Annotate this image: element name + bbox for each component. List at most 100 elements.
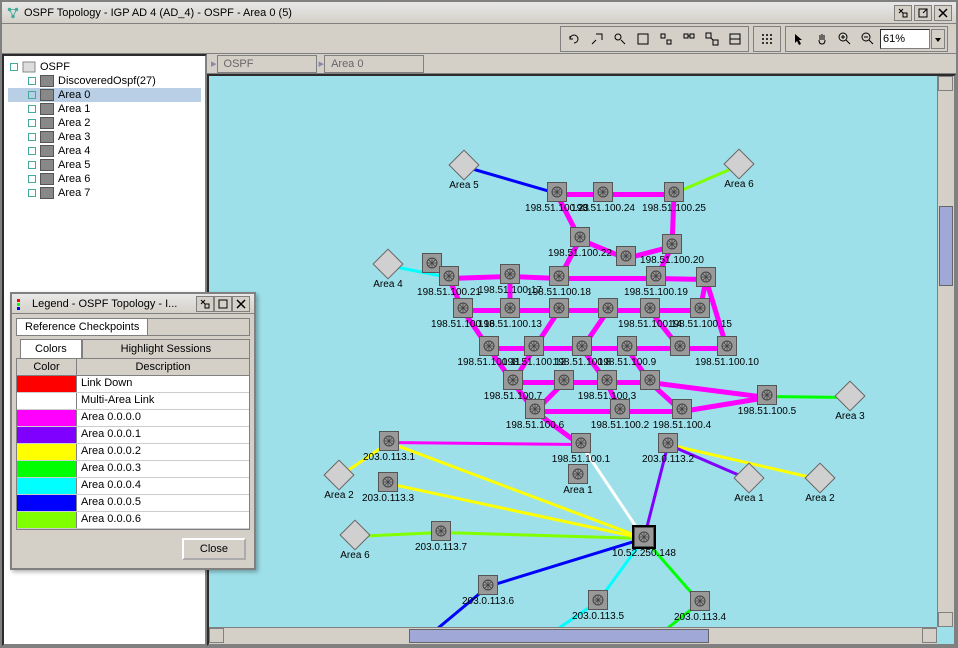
- router-node[interactable]: [568, 464, 588, 484]
- area-diamond[interactable]: [372, 248, 403, 279]
- tree-item-area-6[interactable]: Area 6: [8, 172, 201, 186]
- router-node[interactable]: [570, 227, 590, 247]
- tree-item-area-7[interactable]: Area 7: [8, 186, 201, 200]
- area-diamond[interactable]: [323, 459, 354, 490]
- router-node[interactable]: [690, 591, 710, 611]
- router-node[interactable]: [547, 182, 567, 202]
- layout-btn-3[interactable]: [678, 29, 700, 49]
- router-node[interactable]: [500, 298, 520, 318]
- close-button[interactable]: [934, 5, 952, 21]
- topology-link[interactable]: [535, 409, 620, 414]
- router-node[interactable]: [500, 264, 520, 284]
- legend-row[interactable]: Area 0.0.0.6: [17, 512, 249, 529]
- legend-tab-blank[interactable]: [147, 318, 250, 336]
- legend-close-btn[interactable]: Close: [182, 538, 246, 560]
- grid-button[interactable]: [756, 29, 778, 49]
- router-node[interactable]: [696, 267, 716, 287]
- scroll-thumb-horizontal[interactable]: [409, 629, 709, 643]
- tree-root-ospf[interactable]: OSPF: [8, 60, 201, 74]
- legend-row[interactable]: Area 0.0.0.5: [17, 495, 249, 512]
- router-node[interactable]: [646, 266, 666, 286]
- router-node[interactable]: [524, 336, 544, 356]
- legend-row[interactable]: Link Down: [17, 376, 249, 393]
- router-node[interactable]: [453, 298, 473, 318]
- router-node[interactable]: [640, 370, 660, 390]
- layout-btn-4[interactable]: [701, 29, 723, 49]
- router-node[interactable]: [479, 336, 499, 356]
- legend-minimize-button[interactable]: [196, 296, 214, 312]
- zoom-input[interactable]: [880, 29, 930, 49]
- router-node[interactable]: [717, 336, 737, 356]
- tool-btn-2[interactable]: [586, 29, 608, 49]
- scroll-left-button[interactable]: [209, 628, 224, 643]
- legend-tab-reference[interactable]: Reference Checkpoints: [16, 318, 148, 336]
- router-node[interactable]: [634, 527, 654, 547]
- router-node[interactable]: [616, 246, 636, 266]
- router-node[interactable]: [478, 575, 498, 595]
- router-node[interactable]: [439, 266, 459, 286]
- legend-maximize-button[interactable]: [214, 296, 232, 312]
- maximize-button[interactable]: [914, 5, 932, 21]
- tree-item-area-5[interactable]: Area 5: [8, 158, 201, 172]
- legend-row[interactable]: Area 0.0.0.4: [17, 478, 249, 495]
- area-diamond[interactable]: [339, 519, 370, 550]
- layout-btn-2[interactable]: [655, 29, 677, 49]
- router-node[interactable]: [664, 182, 684, 202]
- router-node[interactable]: [549, 298, 569, 318]
- layout-btn-1[interactable]: [632, 29, 654, 49]
- legend-row[interactable]: Area 0.0.0.1: [17, 427, 249, 444]
- legend-row[interactable]: Area 0.0.0.2: [17, 444, 249, 461]
- topology-link[interactable]: [488, 537, 645, 588]
- scroll-right-button[interactable]: [922, 628, 937, 643]
- area-diamond[interactable]: [804, 462, 835, 493]
- router-node[interactable]: [554, 370, 574, 390]
- router-node[interactable]: [588, 590, 608, 610]
- breadcrumb-area0[interactable]: Area 0: [324, 55, 424, 73]
- router-node[interactable]: [597, 370, 617, 390]
- area-diamond[interactable]: [448, 149, 479, 180]
- area-diamond[interactable]: [834, 380, 865, 411]
- router-node[interactable]: [571, 433, 591, 453]
- router-node[interactable]: [617, 336, 637, 356]
- router-node[interactable]: [572, 336, 592, 356]
- legend-close-button[interactable]: [232, 296, 250, 312]
- tree-item-area-2[interactable]: Area 2: [8, 116, 201, 130]
- tree-item-discoveredospf-27-[interactable]: DiscoveredOspf(27): [8, 74, 201, 88]
- router-node[interactable]: [757, 385, 777, 405]
- search-button[interactable]: [609, 29, 631, 49]
- topology-link[interactable]: [389, 441, 581, 446]
- router-node[interactable]: [598, 298, 618, 318]
- pointer-button[interactable]: [788, 29, 810, 49]
- legend-row[interactable]: Area 0.0.0.3: [17, 461, 249, 478]
- tree-item-area-3[interactable]: Area 3: [8, 130, 201, 144]
- router-node[interactable]: [670, 336, 690, 356]
- router-node[interactable]: [610, 399, 630, 419]
- legend-window[interactable]: Legend - OSPF Topology - I... Reference …: [10, 292, 256, 570]
- router-node[interactable]: [593, 182, 613, 202]
- scroll-up-button[interactable]: [938, 76, 953, 91]
- legend-titlebar[interactable]: Legend - OSPF Topology - I...: [12, 294, 254, 314]
- minimize-button[interactable]: [894, 5, 912, 21]
- refresh-button[interactable]: [563, 29, 585, 49]
- area-diamond[interactable]: [723, 148, 754, 179]
- tree-item-area-1[interactable]: Area 1: [8, 102, 201, 116]
- scrollbar-vertical[interactable]: [937, 76, 954, 627]
- topology-viewport[interactable]: Area 5Area 6Area 4Area 3Area 2Area 1Area…: [207, 74, 956, 646]
- legend-header-color[interactable]: Color: [17, 359, 77, 375]
- router-node[interactable]: [658, 433, 678, 453]
- router-node[interactable]: [525, 399, 545, 419]
- legend-subtab-highlight[interactable]: Highlight Sessions: [82, 339, 250, 358]
- breadcrumb-ospf[interactable]: OSPF: [217, 55, 317, 73]
- router-node[interactable]: [503, 370, 523, 390]
- legend-subtab-colors[interactable]: Colors: [20, 339, 82, 358]
- topology-link[interactable]: [559, 276, 656, 281]
- legend-row[interactable]: Multi-Area Link: [17, 393, 249, 410]
- router-node[interactable]: [672, 399, 692, 419]
- layout-btn-5[interactable]: [724, 29, 746, 49]
- scrollbar-horizontal[interactable]: [209, 627, 937, 644]
- router-node[interactable]: [378, 472, 398, 492]
- router-node[interactable]: [379, 431, 399, 451]
- topology-canvas[interactable]: Area 5Area 6Area 4Area 3Area 2Area 1Area…: [209, 76, 954, 644]
- router-node[interactable]: [431, 521, 451, 541]
- router-node[interactable]: [640, 298, 660, 318]
